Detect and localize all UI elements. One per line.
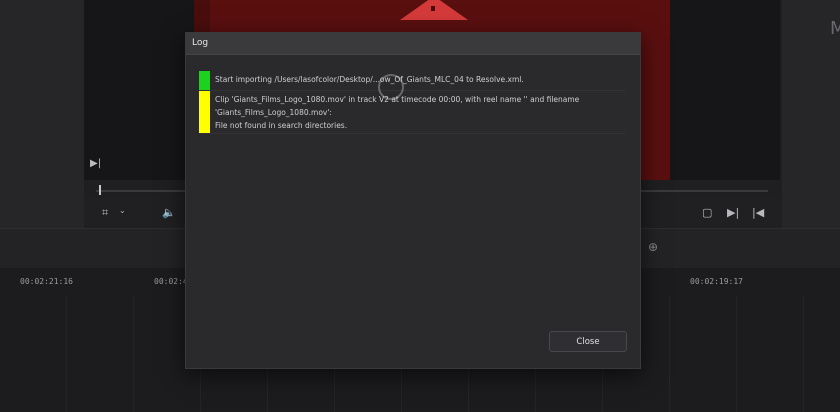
log-list: Start importing /Users/lasofcolor/Deskto… — [199, 71, 625, 135]
loading-spinner-icon — [378, 74, 404, 100]
dialog-title: Log — [186, 33, 640, 55]
timecode-label: 00:02:4 — [154, 277, 188, 286]
next-frame-icon[interactable]: ▶| — [727, 206, 739, 219]
crop-tool-icon[interactable]: ⌗ — [102, 206, 108, 220]
viewer-right-margin — [670, 0, 780, 180]
settings-icon[interactable]: ⊕ — [648, 240, 658, 254]
log-entry: Start importing /Users/lasofcolor/Deskto… — [199, 71, 625, 91]
warning-exclamation-mark — [431, 6, 435, 11]
loop-icon[interactable]: ▢ — [702, 206, 712, 219]
playhead[interactable] — [99, 185, 101, 195]
media-panel — [0, 0, 84, 228]
log-dialog: Log Start importing /Users/lasofcolor/De… — [185, 32, 641, 369]
step-frame-icon[interactable]: ▶| — [90, 158, 101, 169]
log-entry-text: Start importing /Users/lasofcolor/Deskto… — [215, 75, 524, 84]
close-button[interactable]: Close — [549, 331, 627, 352]
viewer-left-margin — [84, 0, 194, 180]
last-frame-icon[interactable]: |◀ — [752, 206, 764, 219]
log-entry: Clip 'Giants_Films_Logo_1080.mov' in tra… — [199, 91, 625, 134]
timecode-label: 00:02:21:16 — [20, 277, 73, 286]
audio-mute-icon[interactable]: 🔈 — [162, 206, 176, 219]
chevron-down-icon[interactable]: ⌄ — [119, 206, 126, 215]
status-indicator-warning — [199, 91, 210, 133]
timecode-label: 00:02:19:17 — [690, 277, 743, 286]
inspector-panel-label: M — [830, 18, 840, 39]
status-indicator-success — [199, 71, 210, 90]
